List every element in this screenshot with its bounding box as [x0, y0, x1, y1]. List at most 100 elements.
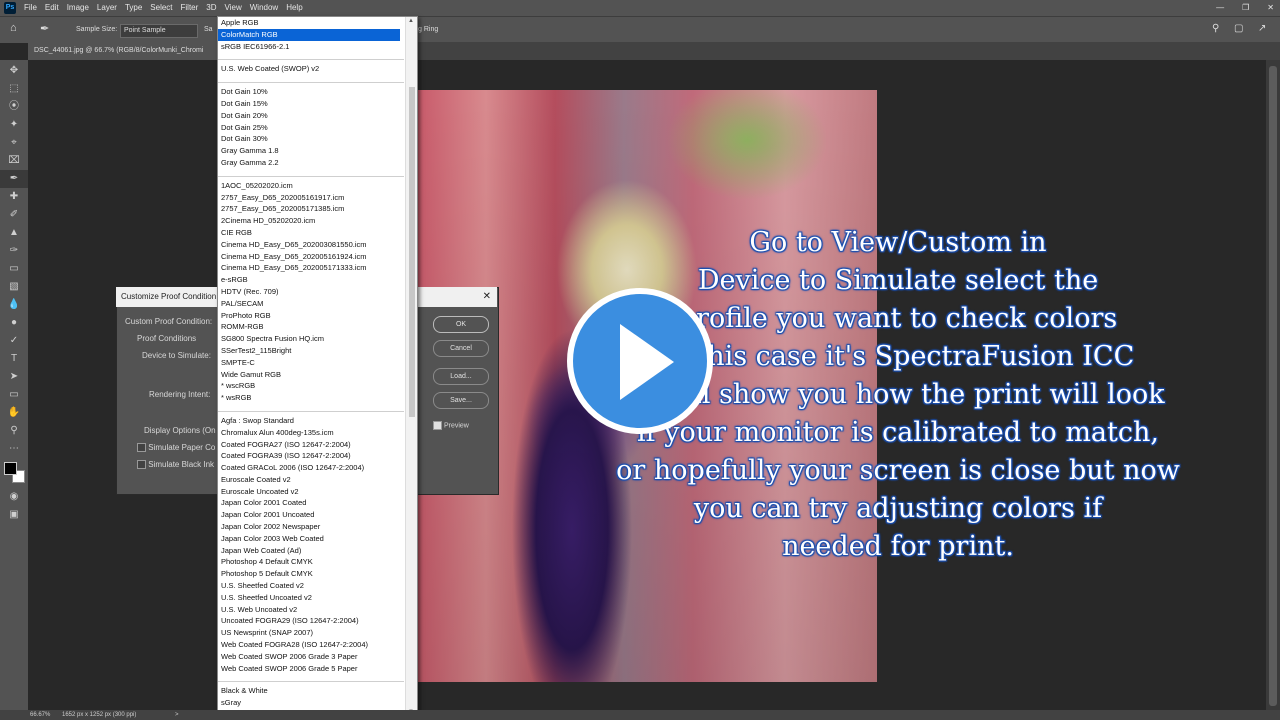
frame-tool-icon[interactable]: ⌧ — [0, 152, 28, 170]
dropdown-option[interactable]: Gray Gamma 2.2 — [218, 157, 400, 169]
dropdown-option[interactable]: U.S. Web Uncoated v2 — [218, 604, 400, 616]
dropdown-option[interactable]: HDTV (Rec. 709) — [218, 286, 400, 298]
dropdown-option[interactable]: e-sRGB — [218, 274, 400, 286]
search-icon[interactable]: ⚲ — [1212, 23, 1219, 34]
dropdown-option[interactable]: Black & White — [218, 685, 400, 697]
shape-tool-icon[interactable]: ▭ — [0, 386, 28, 404]
dropdown-option[interactable]: ROMM-RGB — [218, 321, 400, 333]
healing-brush-tool-icon[interactable]: ✚ — [0, 188, 28, 206]
workspace-icon[interactable]: ▢ — [1234, 23, 1243, 34]
share-icon[interactable]: ↗ — [1258, 23, 1266, 34]
dropdown-option[interactable]: Japan Color 2003 Web Coated — [218, 533, 400, 545]
dropdown-option[interactable]: Cinema HD_Easy_D65_202005161924.icm — [218, 251, 400, 263]
menu-type[interactable]: Type — [125, 0, 142, 16]
more-tools-icon[interactable]: ⋯ — [0, 440, 28, 458]
dropdown-option[interactable]: Japan Color 2001 Coated — [218, 497, 400, 509]
dropdown-option[interactable]: * wsRGB — [218, 392, 400, 404]
type-tool-icon[interactable]: T — [0, 350, 28, 368]
history-brush-tool-icon[interactable]: ✑ — [0, 242, 28, 260]
status-menu-icon[interactable]: > — [175, 710, 179, 720]
hand-tool-icon[interactable]: ✋ — [0, 404, 28, 422]
ok-button[interactable]: OK — [433, 316, 489, 333]
blur-tool-icon[interactable]: 💧 — [0, 296, 28, 314]
menu-help[interactable]: Help — [286, 0, 302, 16]
marquee-tool-icon[interactable]: ⬚ — [0, 80, 28, 98]
color-swatches[interactable] — [0, 458, 28, 488]
dropdown-option[interactable]: Web Coated SWOP 2006 Grade 3 Paper — [218, 651, 400, 663]
dropdown-option[interactable]: Agfa : Swop Standard — [218, 415, 400, 427]
menu-edit[interactable]: Edit — [45, 0, 59, 16]
dropdown-option[interactable]: Euroscale Uncoated v2 — [218, 486, 400, 498]
dropdown-option[interactable]: sRGB IEC61966-2.1 — [218, 41, 400, 53]
dropdown-option[interactable]: Dot Gain 15% — [218, 98, 400, 110]
dropdown-option[interactable]: Dot Gain 30% — [218, 133, 400, 145]
dropdown-option[interactable]: Web Coated SWOP 2006 Grade 5 Paper — [218, 663, 400, 675]
dropdown-option[interactable]: Uncoated FOGRA29 (ISO 12647-2:2004) — [218, 615, 400, 627]
brush-tool-icon[interactable]: ✐ — [0, 206, 28, 224]
dropdown-option[interactable]: Euroscale Coated v2 — [218, 474, 400, 486]
menu-select[interactable]: Select — [150, 0, 172, 16]
dropdown-option[interactable]: U.S. Web Coated (SWOP) v2 — [218, 63, 400, 75]
dropdown-option[interactable]: ProPhoto RGB — [218, 310, 400, 322]
sampling-ring-label[interactable]: g Ring — [418, 26, 438, 33]
dropdown-option[interactable]: 1AOC_05202020.icm — [218, 180, 400, 192]
dropdown-option[interactable]: Coated GRACoL 2006 (ISO 12647-2:2004) — [218, 462, 400, 474]
clone-stamp-tool-icon[interactable]: ▲ — [0, 224, 28, 242]
menu-layer[interactable]: Layer — [97, 0, 117, 16]
dropdown-scrollbar[interactable]: ▲ ▼ — [405, 17, 417, 716]
dropdown-option[interactable]: Dot Gain 10% — [218, 86, 400, 98]
load-button[interactable]: Load... — [433, 368, 489, 385]
dialog-close-icon[interactable]: ✕ — [483, 287, 491, 307]
eraser-tool-icon[interactable]: ▭ — [0, 260, 28, 278]
dropdown-option[interactable]: 2757_Easy_D65_202005161917.icm — [218, 192, 400, 204]
quick-select-tool-icon[interactable]: ✦ — [0, 116, 28, 134]
dropdown-option[interactable]: Wide Gamut RGB — [218, 369, 400, 381]
dropdown-option[interactable]: SMPTE-C — [218, 357, 400, 369]
restore-icon[interactable]: ❐ — [1242, 0, 1249, 16]
dropdown-option[interactable]: sGray — [218, 697, 400, 709]
crop-tool-icon[interactable]: ⌖ — [0, 134, 28, 152]
simulate-paper-color-checkbox[interactable]: Simulate Paper Co — [137, 443, 215, 453]
minimize-icon[interactable]: — — [1216, 0, 1224, 16]
dropdown-option[interactable]: Coated FOGRA39 (ISO 12647-2:2004) — [218, 450, 400, 462]
dropdown-option[interactable]: SG800 Spectra Fusion HQ.icm — [218, 333, 400, 345]
dropdown-option[interactable]: Cinema HD_Easy_D65_202005171333.icm — [218, 262, 400, 274]
dropdown-option[interactable]: PAL/SECAM — [218, 298, 400, 310]
dropdown-option[interactable]: Dot Gain 25% — [218, 122, 400, 134]
gradient-tool-icon[interactable]: ▧ — [0, 278, 28, 296]
dropdown-option[interactable]: ColorMatch RGB — [218, 28, 400, 41]
document-tab[interactable]: DSC_44061.jpg @ 66.7% (RGB/8/ColorMunki_… — [28, 42, 218, 60]
zoom-level[interactable]: 66.67% — [30, 710, 50, 720]
device-to-simulate-dropdown[interactable]: ▲ ▼ Apple RGBColorMatch RGBsRGB IEC61966… — [217, 16, 418, 717]
dropdown-option[interactable]: CIE RGB — [218, 227, 400, 239]
dropdown-option[interactable]: Photoshop 4 Default CMYK — [218, 556, 400, 568]
eyedropper-tool-icon[interactable]: ✒ — [0, 170, 28, 188]
dropdown-option[interactable]: Photoshop 5 Default CMYK — [218, 568, 400, 580]
dropdown-option[interactable]: 2757_Easy_D65_202005171385.icm — [218, 203, 400, 215]
scrollbar-thumb[interactable] — [1269, 66, 1277, 706]
dropdown-option[interactable]: Dot Gain 20% — [218, 110, 400, 122]
home-icon[interactable]: ⌂ — [10, 22, 17, 34]
dropdown-option[interactable]: Japan Color 2001 Uncoated — [218, 509, 400, 521]
dropdown-option[interactable]: Coated FOGRA27 (ISO 12647-2:2004) — [218, 439, 400, 451]
cancel-button[interactable]: Cancel — [433, 340, 489, 357]
dropdown-option[interactable]: Cinema HD_Easy_D65_202003081550.icm — [218, 239, 400, 251]
play-icon[interactable] — [620, 324, 674, 400]
dropdown-option[interactable]: 2Cinema HD_05202020.icm — [218, 215, 400, 227]
menu-filter[interactable]: Filter — [181, 0, 199, 16]
eyedropper-icon[interactable]: ✒ — [40, 22, 49, 35]
sample-size-select[interactable]: Point Sample — [120, 24, 198, 38]
preview-checkbox[interactable]: Preview — [433, 421, 469, 430]
move-tool-icon[interactable]: ✥ — [0, 62, 28, 80]
save-button[interactable]: Save... — [433, 392, 489, 409]
menu-3d[interactable]: 3D — [206, 0, 216, 16]
dropdown-option[interactable]: Apple RGB — [218, 17, 400, 29]
menu-window[interactable]: Window — [250, 0, 278, 16]
dropdown-option[interactable]: SSerTest2_115Bright — [218, 345, 400, 357]
dodge-tool-icon[interactable]: ● — [0, 314, 28, 332]
path-selection-tool-icon[interactable]: ➤ — [0, 368, 28, 386]
zoom-tool-icon[interactable]: ⚲ — [0, 422, 28, 440]
dropdown-option[interactable]: Web Coated FOGRA28 (ISO 12647-2:2004) — [218, 639, 400, 651]
menu-image[interactable]: Image — [67, 0, 89, 16]
dropdown-option[interactable]: U.S. Sheetfed Coated v2 — [218, 580, 400, 592]
